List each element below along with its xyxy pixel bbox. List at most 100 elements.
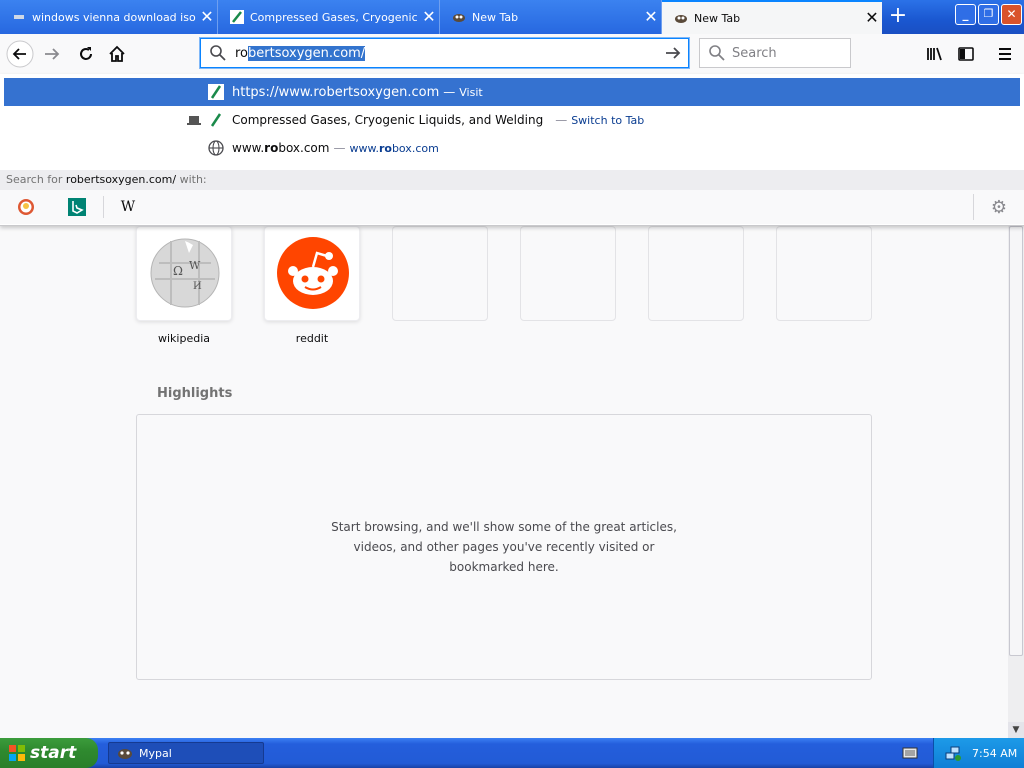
- highlights-heading: Highlights: [157, 386, 233, 401]
- text-match: ro: [378, 142, 392, 155]
- tab-title: Compressed Gases, Cryogenic Liq: [250, 10, 419, 24]
- taskbar-window-mypal[interactable]: Mypal: [108, 742, 264, 764]
- vertical-scrollbar[interactable]: ▼: [1008, 226, 1024, 738]
- keyboard-icon[interactable]: [902, 746, 918, 760]
- windows-taskbar: start Mypal 7:54 AM: [0, 738, 1024, 768]
- search-for-suffix: with:: [179, 173, 207, 186]
- wikipedia-w-icon: W: [120, 199, 136, 215]
- topsite-empty-slot: [520, 226, 616, 321]
- search-settings-button[interactable]: ⚙: [986, 196, 1012, 218]
- tab-close-icon[interactable]: ✕: [419, 9, 439, 25]
- hamburger-menu-icon: [999, 48, 1011, 60]
- engine-divider: [103, 196, 104, 218]
- back-arrow-icon: [6, 40, 34, 68]
- tab-windows-vienna[interactable]: windows vienna download iso at o ✕: [0, 0, 218, 34]
- autocomplete-title: www.robox.com: [232, 141, 329, 155]
- menu-button[interactable]: [991, 40, 1019, 68]
- highlights-empty-state: Start browsing, and we'll show some of t…: [136, 414, 872, 680]
- mypal-icon: [118, 749, 132, 759]
- svg-text:W: W: [189, 259, 201, 272]
- search-engine-duckduckgo[interactable]: [13, 196, 39, 218]
- tab-new-tab-1[interactable]: New Tab ✕: [440, 0, 662, 34]
- tab-close-icon[interactable]: ✕: [862, 10, 882, 26]
- go-arrow-icon[interactable]: [664, 44, 682, 62]
- switch-to-tab-icon: [187, 116, 201, 125]
- nav-toolbar: robertsoxygen.com/ Search: [0, 34, 1024, 74]
- autocomplete-row-switch-tab[interactable]: Compressed Gases, Cryogenic Liquids, and…: [4, 106, 1020, 134]
- wikipedia-logo-icon: Ω W И: [150, 238, 220, 308]
- reddit-logo-icon: [277, 237, 349, 309]
- clock[interactable]: 7:54 AM: [972, 747, 1017, 760]
- library-button[interactable]: [920, 40, 948, 68]
- autocomplete-row-visit[interactable]: https://www.robertsoxygen.com — Visit: [4, 78, 1020, 106]
- system-tray: 7:54 AM: [933, 738, 1024, 768]
- topsite-wikipedia[interactable]: Ω W И: [136, 226, 232, 321]
- close-window-button[interactable]: ✕: [1001, 4, 1022, 25]
- gear-icon: ⚙: [990, 196, 1008, 218]
- topsite-empty-slot: [648, 226, 744, 321]
- forward-arrow-icon: [45, 48, 60, 60]
- network-icon[interactable]: [944, 744, 962, 762]
- sidebar-toggle-button[interactable]: [952, 40, 980, 68]
- mypal-icon: [674, 11, 688, 25]
- new-tab-page: Ω W И wikipedia reddit Highlights Start …: [0, 226, 1008, 738]
- search-icon: [709, 45, 725, 61]
- search-box[interactable]: Search: [699, 38, 851, 68]
- autocomplete-action: Visit: [459, 85, 483, 99]
- tab-title: windows vienna download iso at o: [32, 10, 197, 24]
- reload-button[interactable]: [72, 40, 100, 68]
- topsite-reddit[interactable]: [264, 226, 360, 321]
- back-button[interactable]: [6, 40, 34, 68]
- engine-divider: [973, 194, 974, 220]
- topsite-label: reddit: [295, 332, 329, 345]
- svg-text:И: И: [193, 281, 202, 292]
- urlbar-autocomplete-popup: https://www.robertsoxygen.com — Visit Comp…: [0, 74, 1024, 226]
- search-engine-bing[interactable]: [64, 196, 90, 218]
- autocomplete-url: www.robox.com: [349, 142, 438, 155]
- tab-close-icon[interactable]: ✕: [641, 9, 661, 25]
- search-for-query: robertsoxygen.com/: [65, 173, 177, 186]
- robertsoxygen-favicon-icon: [208, 84, 224, 100]
- close-icon: ✕: [1006, 7, 1017, 21]
- bing-icon: [68, 198, 86, 216]
- topsite-empty-slot: [776, 226, 872, 321]
- one-off-search-header: Search for robertsoxygen.com/ with:: [0, 170, 1024, 190]
- search-engine-wikipedia[interactable]: W: [115, 196, 141, 218]
- scrollbar-thumb[interactable]: [1009, 226, 1023, 656]
- reload-icon: [80, 47, 92, 60]
- library-icon: [927, 47, 942, 61]
- svg-text:Ω: Ω: [173, 264, 183, 278]
- start-label: start: [30, 743, 77, 763]
- home-icon: [109, 45, 125, 62]
- autocomplete-action: Switch to Tab: [571, 114, 645, 127]
- topsite-label: wikipedia: [157, 332, 210, 345]
- text-part: www.: [349, 142, 379, 155]
- restore-icon: ❐: [983, 7, 994, 20]
- forward-button[interactable]: [38, 40, 66, 68]
- tab-close-icon[interactable]: ✕: [197, 9, 217, 25]
- sidebar-icon: [958, 47, 974, 61]
- autocomplete-row-robox[interactable]: www.robox.com — www.robox.com: [4, 134, 1020, 162]
- generic-favicon-icon: [12, 10, 26, 24]
- taskbar-window-label: Mypal: [139, 746, 172, 760]
- url-bar[interactable]: robertsoxygen.com/: [200, 38, 689, 68]
- minimize-button[interactable]: _: [955, 4, 976, 25]
- robertsoxygen-favicon-icon: [210, 113, 222, 127]
- tab-bar: windows vienna download iso at o ✕ Compr…: [0, 0, 1024, 34]
- start-button[interactable]: start: [0, 738, 98, 768]
- autocomplete-title: Compressed Gases, Cryogenic Liquids, and…: [232, 113, 544, 127]
- home-button[interactable]: [103, 40, 131, 68]
- minimize-icon: _: [962, 7, 969, 21]
- new-tab-button[interactable]: +: [884, 4, 912, 30]
- topsite-empty-slot: [392, 226, 488, 321]
- url-input[interactable]: robertsoxygen.com/: [235, 45, 366, 61]
- tab-compressed-gases[interactable]: Compressed Gases, Cryogenic Liq ✕: [218, 0, 440, 34]
- scroll-down-arrow-icon[interactable]: ▼: [1008, 722, 1024, 738]
- mypal-icon: [452, 10, 466, 24]
- url-autofill-selection: bertsoxygen.com/: [248, 45, 366, 61]
- globe-icon: [208, 140, 224, 156]
- tab-new-tab-active[interactable]: New Tab ✕: [662, 0, 882, 34]
- maximize-button[interactable]: ❐: [978, 4, 999, 25]
- tab-title: New Tab: [694, 11, 741, 25]
- text-part: www.: [232, 141, 265, 155]
